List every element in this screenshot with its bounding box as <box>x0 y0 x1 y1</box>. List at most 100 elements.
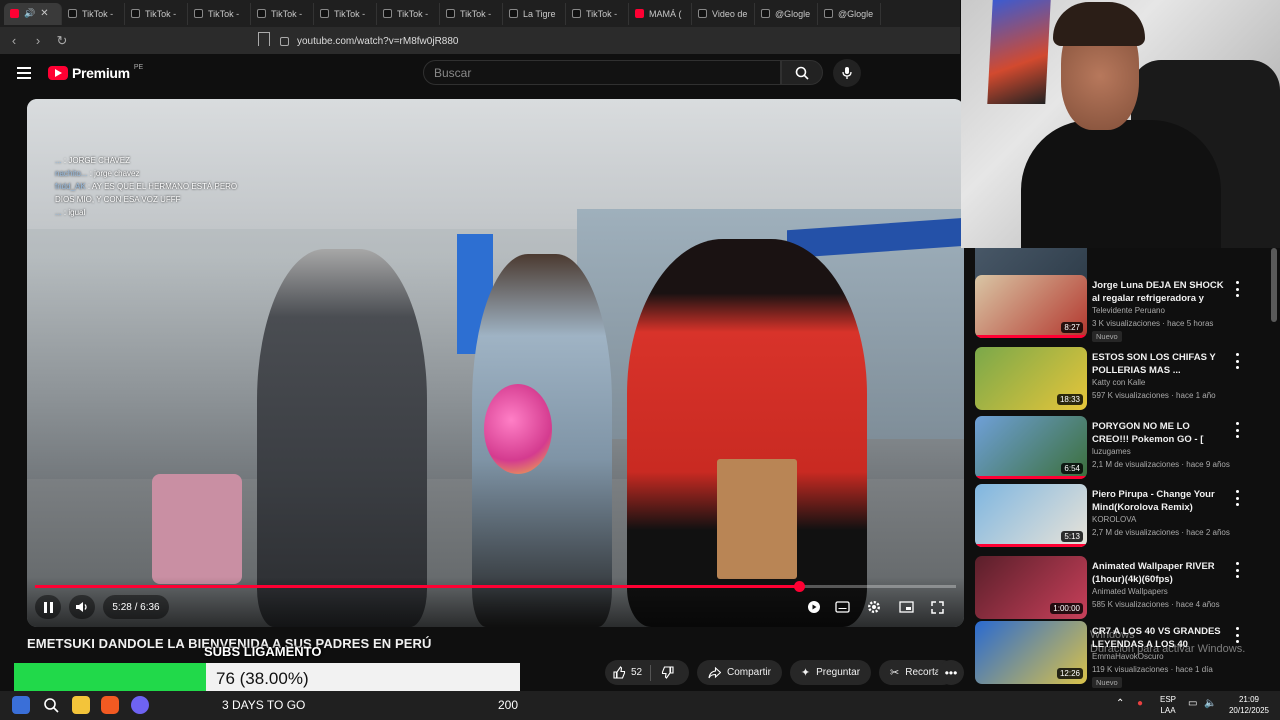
voice-search-button[interactable] <box>833 59 861 87</box>
browser-tab[interactable]: TikTok - <box>440 2 503 25</box>
volume-button[interactable] <box>69 595 95 619</box>
captions-button[interactable] <box>832 597 852 617</box>
more-options-icon[interactable] <box>1233 353 1241 369</box>
browser-tab[interactable]: MAMÁ ( <box>629 2 692 25</box>
autoplay-toggle[interactable] <box>804 597 824 617</box>
tab-label: TikTok - <box>460 8 492 19</box>
video-thumbnail[interactable]: 8:27 <box>975 275 1087 338</box>
video-thumbnail[interactable]: 5:13 <box>975 484 1087 547</box>
brave-browser-icon[interactable] <box>101 696 119 714</box>
reload-icon[interactable]: ↻ <box>52 31 72 51</box>
more-actions-button[interactable]: ••• <box>938 660 964 685</box>
browser-tab[interactable]: TikTok - <box>188 2 251 25</box>
chat-line: fridd_AK : AY ES QUE EL HERMANO ESTÁ PER… <box>55 180 255 193</box>
speaker-tray-icon[interactable]: 🔈 <box>1204 698 1216 709</box>
network-icon[interactable]: ▭ <box>1188 698 1197 709</box>
browser-tab[interactable]: TikTok - <box>377 2 440 25</box>
speaker-icon[interactable]: 🔊 <box>24 8 35 19</box>
browser-tab[interactable]: La Tigre <box>503 2 566 25</box>
channel-name[interactable]: KOROLOVA <box>1092 515 1136 524</box>
url-text: youtube.com/watch?v=rM8fw0jR880 <box>297 35 459 47</box>
like-button[interactable]: 52 <box>605 666 650 679</box>
recommendation-item[interactable]: 1:00:00 Animated Wallpaper RIVER (1hour)(… <box>975 556 1273 622</box>
youtube-logo[interactable]: Premium PE <box>48 64 143 81</box>
task-view-icon[interactable] <box>12 696 30 714</box>
youtube-icon <box>10 9 19 18</box>
channel-name[interactable]: Animated Wallpapers <box>1092 587 1168 596</box>
video-thumbnail[interactable]: 18:33 <box>975 347 1087 410</box>
file-explorer-icon[interactable] <box>72 696 90 714</box>
sub-goal-count: 76 (38.00%) <box>216 669 309 688</box>
share-button[interactable]: Compartir <box>697 660 782 685</box>
recommendation-title[interactable]: Piero Pirupa - Change Your Mind(Korolova… <box>1092 488 1228 514</box>
youtube-header: Premium PE Buscar <box>0 54 960 94</box>
watched-progress <box>975 476 1087 479</box>
browser-tab[interactable]: TikTok - <box>566 2 629 25</box>
more-options-icon[interactable] <box>1233 422 1241 438</box>
progress-scrubber[interactable] <box>794 581 805 592</box>
browser-tab[interactable]: @Glogle <box>818 2 881 25</box>
recommendation-title[interactable]: Animated Wallpaper RIVER (1hour)(4k)(60f… <box>1092 560 1228 586</box>
fullscreen-button[interactable] <box>927 597 947 617</box>
dislike-button[interactable] <box>651 666 684 679</box>
channel-name[interactable]: luzugames <box>1092 447 1131 456</box>
recommendation-item[interactable]: 8:27 Jorge Luna DEJA EN SHOCK al regalar … <box>975 275 1273 342</box>
chat-line: ... : JORGE CHAVEZ <box>55 154 255 167</box>
miniplayer-button[interactable] <box>896 597 916 617</box>
menu-icon[interactable] <box>17 67 31 79</box>
video-player[interactable]: ... : JORGE CHAVEZ nachito... : jorge ch… <box>27 99 964 627</box>
recommendation-title[interactable]: Jorge Luna DEJA EN SHOCK al regalar refr… <box>1092 279 1228 305</box>
tray-chevron-icon[interactable]: ⌃ <box>1116 698 1124 709</box>
search-button[interactable] <box>781 60 823 85</box>
clock[interactable]: 21:09 20/12/2025 <box>1226 694 1272 716</box>
more-options-icon[interactable] <box>1233 490 1241 506</box>
browser-tab[interactable]: TikTok - <box>251 2 314 25</box>
video-thumbnail[interactable]: 12:26 <box>975 621 1087 684</box>
video-metadata: 597 K visualizaciones · hace 1 año <box>1092 391 1216 400</box>
channel-name[interactable]: Katty con Kalle <box>1092 378 1145 387</box>
close-tab-icon[interactable]: ✕ <box>40 8 48 19</box>
browser-tab[interactable]: TikTok - <box>62 2 125 25</box>
search-taskbar-icon[interactable] <box>42 696 60 714</box>
tiktok-icon <box>572 9 581 18</box>
ask-button[interactable]: ✦ Preguntar <box>789 660 872 685</box>
more-options-icon[interactable] <box>1233 281 1241 297</box>
clock-date: 20/12/2025 <box>1228 706 1270 715</box>
video-thumbnail[interactable]: 6:54 <box>975 416 1087 479</box>
search-input[interactable]: Buscar <box>423 60 781 85</box>
recommendation-title[interactable]: PORYGON NO ME LO CREO!!! Pokemon GO - [ … <box>1092 420 1228 446</box>
site-info-icon[interactable] <box>280 36 289 46</box>
keyboard-layout: LAA <box>1160 706 1176 715</box>
tiktok-icon <box>68 9 77 18</box>
chat-user: ... <box>55 208 62 217</box>
settings-button[interactable] <box>864 597 884 617</box>
recommendation-item[interactable]: 6:54 PORYGON NO ME LO CREO!!! Pokemon GO … <box>975 416 1273 482</box>
forward-icon[interactable]: › <box>28 31 48 51</box>
autoplay-icon <box>808 601 820 613</box>
video-progress-bar[interactable] <box>35 581 956 592</box>
browser-tab[interactable]: Video de <box>692 2 755 25</box>
back-icon[interactable]: ‹ <box>4 31 24 51</box>
pause-button[interactable] <box>35 595 61 619</box>
search-icon <box>795 66 809 80</box>
browser-tab[interactable]: @Glogle <box>755 2 818 25</box>
tiktok-icon <box>698 9 707 18</box>
chat-message: DIOS MIO, Y CON ESA VOZ UFFF <box>55 195 181 204</box>
bookmark-icon[interactable] <box>258 32 270 46</box>
discord-icon[interactable] <box>131 696 149 714</box>
language-indicator[interactable]: ESP LAA <box>1158 694 1178 716</box>
recommendation-item[interactable]: 5:13 Piero Pirupa - Change Your Mind(Koro… <box>975 484 1273 550</box>
video-thumbnail[interactable]: 1:00:00 <box>975 556 1087 619</box>
watermark-line: Duración para activar Windows. <box>1090 643 1246 655</box>
more-options-icon[interactable] <box>1233 562 1241 578</box>
browser-tab[interactable]: TikTok - <box>125 2 188 25</box>
channel-name[interactable]: Televidente Peruano <box>1092 306 1165 315</box>
tab-active[interactable]: 🔊 ✕ <box>4 2 62 25</box>
tiktok-icon <box>509 9 518 18</box>
sidebar-scrollbar[interactable] <box>1271 248 1277 322</box>
recommendation-item[interactable]: 18:33 ESTOS SON LOS CHIFAS Y POLLERIAS MA… <box>975 347 1273 413</box>
tray-app-icon[interactable]: ● <box>1137 698 1143 709</box>
browser-tab[interactable]: TikTok - <box>314 2 377 25</box>
recommendation-title[interactable]: ESTOS SON LOS CHIFAS Y POLLERIAS MAS ... <box>1092 351 1228 377</box>
url-field[interactable]: youtube.com/watch?v=rM8fw0jR880 <box>280 32 920 50</box>
